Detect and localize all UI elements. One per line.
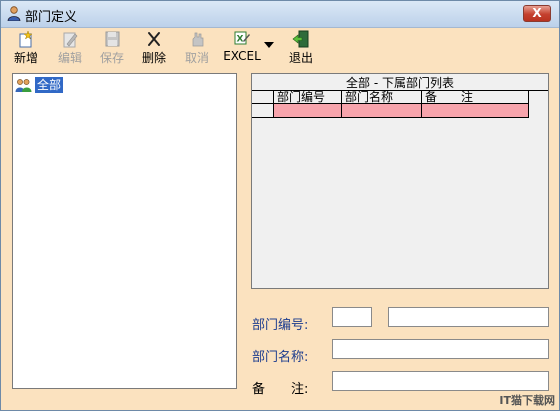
grid-cell-note[interactable]	[422, 104, 529, 118]
code-extra-field[interactable]	[388, 307, 549, 327]
cancel-label: 取消	[184, 51, 209, 65]
row-indicator[interactable]	[252, 104, 274, 118]
excel-label: EXCEL	[223, 49, 261, 63]
department-tree[interactable]: 全部	[12, 73, 237, 389]
grid-corner	[252, 90, 274, 104]
column-header-note[interactable]: 备 注	[422, 91, 529, 104]
edit-label: 编辑	[57, 51, 82, 65]
column-header-code[interactable]: 部门编号	[274, 91, 342, 104]
edit-icon	[63, 32, 78, 48]
title-bar: 部门定义 X	[1, 1, 559, 28]
excel-dropdown-arrow-icon[interactable]	[264, 42, 274, 49]
delete-icon	[148, 32, 160, 46]
new-icon	[19, 30, 33, 48]
exit-button[interactable]: 退出	[288, 30, 314, 66]
window-title: 部门定义	[25, 10, 78, 25]
save-label: 保存	[99, 51, 124, 65]
grid-cell-name[interactable]	[342, 104, 422, 118]
watermark: IT猫下载网	[499, 394, 555, 407]
edit-button[interactable]: 编辑	[56, 30, 84, 66]
department-window: 部门定义 X 新增 编辑 保存 删除 取消 X EXCEL 退出 全部 全部 -…	[0, 0, 560, 411]
code-field[interactable]	[332, 307, 372, 327]
excel-button[interactable]: X EXCEL	[223, 30, 261, 66]
delete-button[interactable]: 删除	[140, 30, 168, 66]
name-label: 部门名称:	[252, 350, 309, 365]
grid-cell-code[interactable]	[274, 104, 342, 118]
new-label: 新增	[13, 51, 38, 65]
grid-caption: 全部 - 下属部门列表	[252, 76, 548, 91]
tree-node-label: 全部	[35, 77, 64, 93]
note-field[interactable]	[332, 371, 549, 391]
cancel-icon	[192, 32, 204, 47]
exit-label: 退出	[288, 51, 313, 65]
excel-icon: X	[234, 31, 250, 45]
code-label: 部门编号:	[252, 318, 309, 333]
new-button[interactable]: 新增	[12, 30, 40, 66]
group-icon	[15, 79, 32, 92]
toolbar: 新增 编辑 保存 删除 取消 X EXCEL 退出	[1, 28, 559, 68]
save-button[interactable]: 保存	[98, 30, 126, 66]
close-icon: X	[532, 6, 542, 20]
delete-label: 删除	[141, 51, 166, 65]
svg-text:X: X	[237, 35, 244, 45]
note-label: 备 注:	[252, 382, 309, 397]
sub-department-grid: 全部 - 下属部门列表 部门编号 部门名称 备 注	[251, 73, 549, 289]
column-header-name[interactable]: 部门名称	[342, 91, 422, 104]
cancel-button[interactable]: 取消	[183, 30, 211, 66]
close-button[interactable]: X	[523, 5, 551, 22]
name-field[interactable]	[332, 339, 549, 359]
exit-icon	[292, 30, 309, 48]
save-icon	[105, 31, 120, 47]
app-icon	[7, 6, 21, 21]
